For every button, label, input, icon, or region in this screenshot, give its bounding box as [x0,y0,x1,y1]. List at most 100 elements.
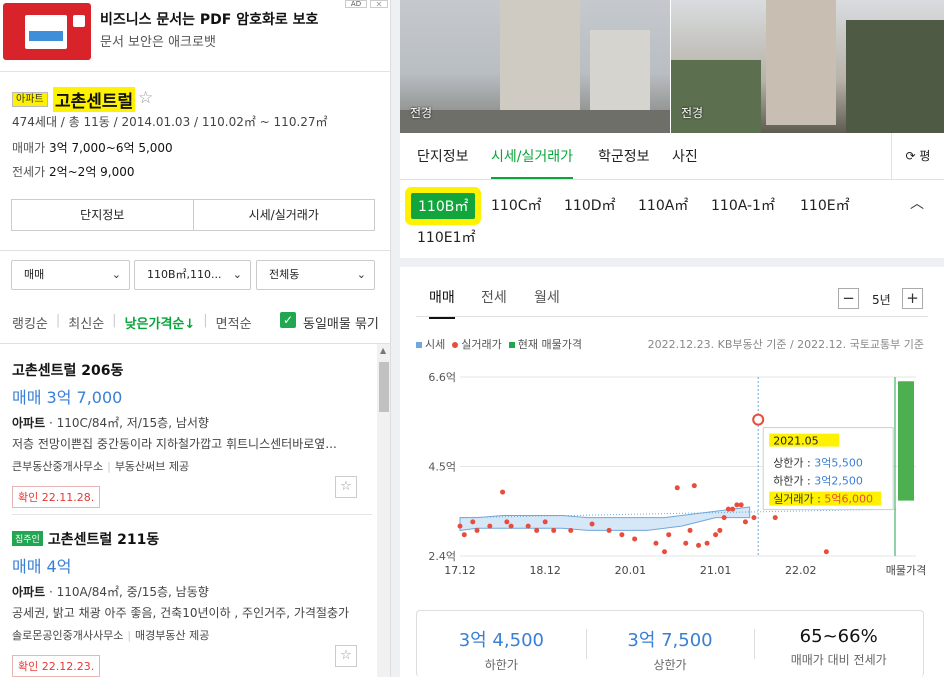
deal-point [551,527,557,533]
period-plus-button[interactable]: + [902,288,923,309]
deal-point [738,502,744,508]
listing-spec-text: · 110A/84㎡, 중/15층, 남동향 [48,585,209,599]
size-option-110e[interactable]: 110E㎡ [800,195,850,215]
summary-upper-value: 3억 7,500 [627,630,713,651]
price-chart[interactable]: 6.6억 4.5억 2.4억17.12 18.12 20.01 21.01 22.02 매물가… [416,360,928,590]
listing-title-row[interactable]: 집주인 고촌센트럴 211동 [12,529,372,549]
tab-photos[interactable]: 사진 [672,146,698,166]
unit-toggle-button[interactable]: ⟳ 평 [891,133,944,180]
highlighted-deal-point [752,413,765,426]
sale-value: 3억 7,000~6억 5,000 [48,141,173,155]
deal-point [704,540,710,546]
x-tick-label: 매물가격 [886,564,926,577]
price-history-button[interactable]: 시세/실거래가 [192,200,375,230]
deal-point [542,519,548,525]
sort-area[interactable]: 면적순 [216,313,252,332]
sort-options: 랭킹순 | 최신순 | 낮은가격순↓ | 면적순 [12,313,252,332]
summary-ratio-value: 65~66% [799,626,878,647]
dong-select[interactable]: 전체동 ⌄ [256,260,375,290]
deal-point [683,540,689,546]
listing-type: 아파트 [12,585,46,599]
complex-info: 474세대 / 총 11동 / 2014.01.03 / 110.02㎡ ~ 1… [12,115,328,129]
listing-item[interactable]: 고촌센트럴 206동 매매 3억 7,000 아파트 · 110C/84㎡, 저… [12,360,372,508]
x-tick-label: 18.12 [529,564,561,577]
data-source: 2022.12.23. KB부동산 기준 / 2022.12. 국토교통부 기준 [647,338,924,351]
size-option-110e1[interactable]: 110E1㎡ [417,227,475,247]
tab-price-history[interactable]: 시세/실거래가 [491,146,573,179]
deal-point [461,532,467,538]
deal-point [696,542,702,548]
complex-photo[interactable]: 전경 [671,0,944,133]
deal-point [653,540,659,546]
sub-tab-sale[interactable]: 매매 [429,287,455,319]
favorite-star-icon[interactable]: ☆ [138,88,153,108]
deal-point [568,527,574,533]
size-option-110b[interactable]: 110B㎡ [411,193,476,219]
summary-ratio: 65~66% 매매가 대비 전세가 [754,611,923,677]
listing-description: 공세권, 밝고 채광 아주 좋음, 건축10년이하 , 주인거주, 가격절충가 [12,606,350,620]
listing-price-bar [898,381,914,501]
period-minus-button[interactable]: − [838,288,859,309]
sort-low-price[interactable]: 낮은가격순↓ [125,313,196,332]
complex-name: 고촌센트럴 [53,87,136,112]
listing-spec: 아파트 · 110C/84㎡, 저/15층, 남서향 [12,414,372,431]
tooltip-upper: 상한가 : 3억5,500 [773,457,863,470]
summary-lower-value: 3억 4,500 [458,630,544,651]
deal-point [606,527,612,533]
sale-price-range: 매매가 3억 7,000~6억 5,000 [12,139,173,156]
listing-item[interactable]: 집주인 고촌센트럴 211동 매매 4억 아파트 · 110A/84㎡, 중/15… [12,529,372,677]
provider-name: 부동산써브 제공 [114,460,190,473]
sort-ranking[interactable]: 랭킹순 [12,313,48,332]
collapse-sizes-icon[interactable]: ︿ [910,193,924,213]
size-option-110a[interactable]: 110A㎡ [638,195,688,215]
sort-latest[interactable]: 최신순 [68,313,104,332]
chevron-down-icon: ⌄ [356,268,366,281]
complex-info-button[interactable]: 단지정보 [12,200,193,230]
same-listing-checkbox[interactable]: ✓ [280,312,296,328]
sub-tab-monthly[interactable]: 월세 [534,287,560,307]
agent-name[interactable]: 큰부동산중개사무소 [12,460,103,473]
complex-photo[interactable]: 전경 [400,0,670,133]
scroll-up-icon[interactable]: ▲ [380,346,386,355]
deal-point [713,532,719,538]
summary-lower: 3억 4,500 하한가 [417,611,586,677]
confirm-date-badge: 확인 22.12.23. [12,655,101,677]
deal-point [772,515,778,521]
tab-complex-info[interactable]: 단지정보 [417,146,469,166]
area-select[interactable]: 110B㎡,110... ⌄ [134,260,251,290]
ad-title[interactable]: 비즈니스 문서는 PDF 암호화로 보호 [100,9,318,29]
trade-type-select[interactable]: 매매 ⌄ [11,260,130,290]
legend-listing: 현재 매물가격 [508,338,582,351]
chart-legend: 시세 실거래가 현재 매물가격 [416,336,582,352]
legend-kb: 시세 [416,338,445,351]
ad-image [3,3,91,60]
size-option-110a-1[interactable]: 110A-1㎡ [711,195,775,215]
sub-tab-lease[interactable]: 전세 [481,287,507,307]
deal-point [589,521,595,527]
provider-name: 매경부동산 제공 [135,629,210,642]
deal-point [457,523,463,529]
complex-button-row: 단지정보 시세/실거래가 [11,199,375,231]
listing-title[interactable]: 고촌센트럴 211동 [48,532,159,548]
size-option-110c[interactable]: 110C㎡ [491,195,542,215]
list-scrollbar[interactable]: ▲ [377,344,390,677]
deal-point [734,502,740,508]
size-option-110d[interactable]: 110D㎡ [564,195,616,215]
same-listing-label[interactable]: 동일매물 묶기 [303,313,379,332]
tooltip-lower: 하한가 : 3억2,500 [773,474,863,488]
divider [12,514,372,515]
agent-name[interactable]: 솔로몬공인중개사사무소 [12,629,123,642]
confirm-date-badge: 확인 22.11.28. [12,486,101,508]
deal-point [717,527,723,533]
dong-value: 전체동 [269,268,300,281]
listing-favorite-star-icon[interactable]: ☆ [335,645,357,667]
ad-close-icon[interactable]: ✕ [370,0,388,9]
listing-favorite-star-icon[interactable]: ☆ [335,476,357,498]
listing-title[interactable]: 고촌센트럴 206동 [12,360,372,380]
ad-banner[interactable]: 비즈니스 문서는 PDF 암호화로 보호 문서 보안은 애크로뱃 AD ✕ [0,0,390,72]
summary-upper-label: 상한가 [653,658,687,672]
right-panel: 전경 전경 단지정보 시세/실거래가 학군정보 사진 ⟳ 평 110B㎡ 110… [400,0,944,677]
complex-type-badge: 아파트 [12,92,48,107]
tab-school-info[interactable]: 학군정보 [598,146,650,166]
scrollbar-thumb[interactable] [379,362,389,412]
